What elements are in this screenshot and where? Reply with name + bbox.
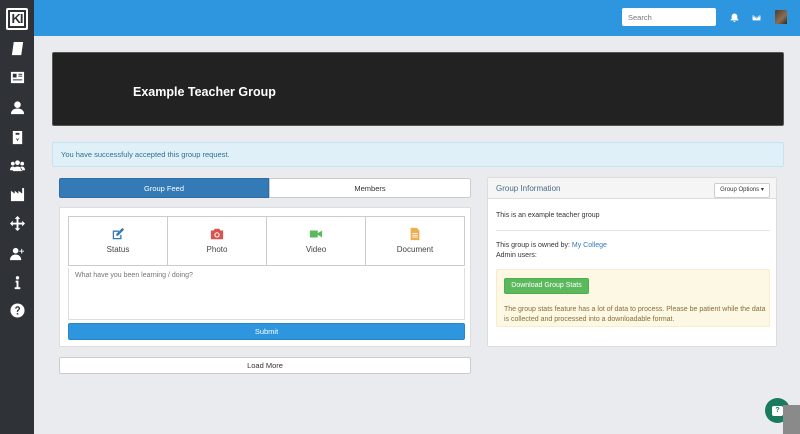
info-icon[interactable] [7, 272, 27, 292]
scroll-corner [783, 405, 800, 434]
admin-users-label: Admin users: [496, 252, 537, 259]
owner-link[interactable]: My College [572, 242, 607, 249]
load-more-button[interactable]: Load More [59, 357, 471, 374]
post-input[interactable] [68, 268, 465, 320]
group-description: This is an example teacher group [496, 212, 600, 219]
success-alert: You have successfuly accepted this group… [52, 142, 784, 167]
owner-line: This group is owned by: My College [496, 242, 607, 249]
notebook-icon[interactable] [7, 38, 27, 58]
top-bar [34, 0, 800, 36]
post-composer: Status Photo Video Document Submit [59, 207, 471, 347]
help-icon[interactable] [7, 300, 27, 320]
groups-icon[interactable] [7, 155, 27, 175]
group-banner: Example Teacher Group [52, 52, 784, 126]
download-stats-button[interactable]: Download Group Stats [504, 278, 589, 294]
post-type-selector: Status Photo Video Document [68, 216, 465, 266]
user-icon[interactable] [7, 97, 27, 117]
camera-icon [210, 228, 224, 240]
news-icon[interactable] [7, 67, 27, 87]
logo-text: KI [8, 10, 26, 28]
tab-members[interactable]: Members [269, 178, 471, 198]
owner-label: This group is owned by: [496, 242, 570, 249]
group-info-panel: Group Information Group Options ▾ This i… [487, 177, 777, 347]
tab-group-feed[interactable]: Group Feed [59, 178, 269, 198]
post-type-label: Photo [206, 245, 228, 254]
search-input[interactable] [622, 8, 716, 26]
video-camera-icon [309, 230, 323, 238]
panel-header: Group Information Group Options ▾ [488, 178, 776, 199]
post-type-label: Document [396, 245, 434, 254]
divider [496, 230, 770, 231]
envelope-icon[interactable] [750, 11, 762, 23]
sidebar: KI [0, 0, 34, 434]
panel-title: Group Information [496, 184, 561, 193]
institution-icon[interactable] [7, 184, 27, 204]
question-icon: ? [772, 405, 783, 416]
stats-notice-text: The group stats feature has a lot of dat… [504, 306, 766, 323]
move-icon[interactable] [7, 213, 27, 233]
feed-tabs: Group Feed Members [59, 178, 471, 198]
post-type-document[interactable]: Document [366, 217, 464, 265]
post-type-label: Status [106, 245, 130, 254]
page-title: Example Teacher Group [133, 85, 276, 99]
avatar[interactable] [775, 10, 787, 24]
post-type-video[interactable]: Video [267, 217, 366, 265]
bell-icon[interactable] [728, 11, 740, 23]
document-icon [410, 227, 420, 241]
badge-icon[interactable] [7, 127, 27, 147]
app-logo[interactable]: KI [6, 8, 28, 30]
group-options-dropdown[interactable]: Group Options ▾ [714, 183, 770, 198]
submit-button[interactable]: Submit [68, 323, 465, 340]
post-type-photo[interactable]: Photo [168, 217, 267, 265]
add-user-icon[interactable] [7, 243, 27, 263]
pencil-square-icon [112, 227, 125, 240]
post-type-label: Video [305, 245, 327, 254]
post-type-status[interactable]: Status [69, 217, 168, 265]
stats-notice: Download Group Stats The group stats fea… [496, 269, 770, 327]
